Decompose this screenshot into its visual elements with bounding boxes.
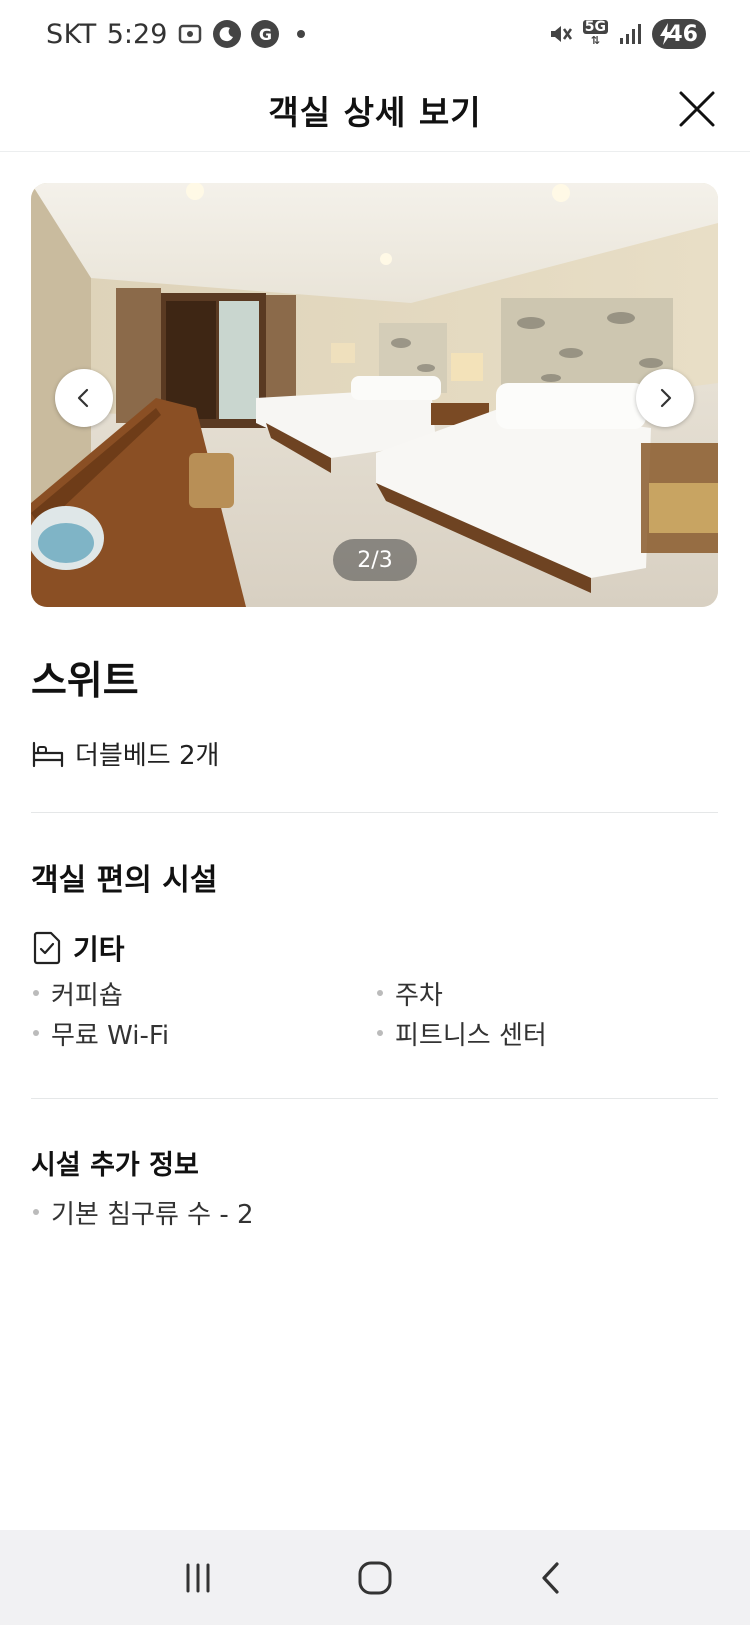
- network-label: 5G: [582, 19, 608, 35]
- recent-apps-button[interactable]: [168, 1548, 228, 1608]
- bed-info: 더블베드 2개: [31, 735, 219, 772]
- bullet-icon: [33, 1209, 39, 1215]
- bullet-icon: [33, 990, 39, 996]
- document-check-icon: [33, 931, 61, 965]
- system-navigation-bar: [0, 1530, 750, 1625]
- amenity-label: 무료 Wi-Fi: [51, 1020, 170, 1051]
- close-icon: [679, 91, 715, 127]
- status-right: 5G ⇅ 46: [547, 19, 706, 49]
- recent-apps-icon: [186, 1563, 210, 1592]
- amenity-item: 주차: [375, 980, 718, 1011]
- bullet-icon: [377, 990, 383, 996]
- back-icon: [542, 1561, 559, 1594]
- home-icon: [358, 1561, 392, 1594]
- room-name: 스위트: [31, 659, 139, 704]
- network-5g-icon: 5G ⇅: [582, 19, 608, 47]
- notification-dot-icon: [297, 30, 306, 38]
- bullet-icon: [377, 1030, 383, 1036]
- close-button[interactable]: [672, 84, 722, 134]
- extra-info-label: 기본 침구류 수 - 2: [51, 1199, 254, 1230]
- home-button[interactable]: [345, 1548, 405, 1608]
- signal-icon: [618, 22, 642, 46]
- status-bar: SKT 5:29 G 5G ⇅ 46: [0, 0, 750, 68]
- divider: [31, 812, 718, 813]
- next-photo-button[interactable]: [636, 369, 694, 427]
- do-not-disturb-icon: [213, 20, 242, 48]
- divider: [31, 1098, 718, 1099]
- chevron-left-icon: [77, 388, 89, 408]
- chevron-right-icon: [660, 388, 672, 408]
- amenity-label: 피트니스 센터: [395, 1020, 547, 1051]
- amenity-category-label: 기타: [73, 933, 125, 966]
- amenity-label: 주차: [395, 980, 443, 1011]
- mute-icon: [547, 21, 573, 47]
- extra-info-item: 기본 침구류 수 - 2: [31, 1196, 254, 1230]
- screenshot-icon: [177, 21, 203, 47]
- bullet-icon: [33, 1030, 39, 1036]
- carrier-label: SKT: [46, 18, 97, 50]
- battery-indicator: 46: [652, 19, 706, 49]
- page-title: 객실 상세 보기: [268, 92, 482, 132]
- page-header: 객실 상세 보기: [0, 68, 750, 152]
- amenities-title: 객실 편의 시설: [31, 863, 218, 898]
- amenity-item: 커피숍: [31, 980, 375, 1011]
- previous-photo-button[interactable]: [55, 369, 113, 427]
- status-left: SKT 5:29 G: [46, 18, 306, 50]
- extra-info-title: 시설 추가 정보: [31, 1150, 199, 1181]
- amenity-label: 커피숍: [51, 980, 123, 1011]
- amenity-item: 무료 Wi-Fi: [31, 1020, 375, 1051]
- clock: 5:29: [106, 18, 168, 50]
- bed-icon: [32, 741, 64, 767]
- google-icon: G: [251, 20, 280, 48]
- charging-bolt-icon: [660, 23, 672, 45]
- room-photo-gallery[interactable]: 2/3: [31, 183, 718, 607]
- photo-counter: 2/3: [333, 539, 417, 581]
- bed-info-label: 더블베드 2개: [75, 741, 220, 771]
- back-button[interactable]: [522, 1548, 582, 1608]
- amenity-category: 기타: [31, 928, 125, 968]
- amenity-item: 피트니스 센터: [375, 1020, 718, 1051]
- amenity-list: 커피숍 주차 무료 Wi-Fi 피트니스 센터: [31, 980, 718, 1051]
